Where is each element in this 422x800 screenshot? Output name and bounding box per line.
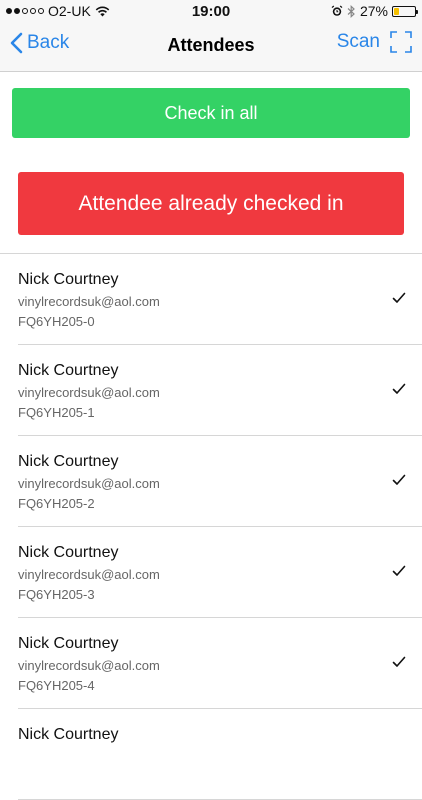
- checkmark-icon: [392, 383, 406, 394]
- scan-label: Scan: [336, 31, 380, 52]
- ticket-code: FQ6YH205-3: [18, 587, 95, 602]
- wifi-icon: [95, 6, 110, 16]
- status-left: O2-UK: [6, 3, 110, 19]
- checkmark-icon: [392, 565, 406, 576]
- attendee-name: Nick Courtney: [18, 635, 119, 652]
- status-bar: O2-UK 19:00 27%: [0, 0, 422, 22]
- checkmark-icon: [392, 292, 406, 303]
- signal-strength-icon: [6, 8, 44, 14]
- ticket-code: FQ6YH205-1: [18, 405, 95, 420]
- battery-percent: 27%: [359, 3, 388, 19]
- checkmark-icon: [392, 656, 406, 667]
- alarm-icon: [331, 5, 343, 16]
- back-label: Back: [27, 32, 70, 53]
- attendee-row[interactable]: Nick Courtney vinylrecordsuk@aol.com FQ6YH…: [18, 527, 422, 618]
- scan-frame-icon: [390, 31, 412, 53]
- attendee-name: Nick Courtney: [18, 726, 119, 743]
- navigation-bar: Back Attendees Scan: [0, 22, 422, 72]
- carrier-label: O2-UK: [48, 3, 91, 19]
- already-checked-in-alert: Attendee already checked in: [18, 172, 404, 235]
- page-title: Attendees: [167, 35, 255, 55]
- ticket-code: FQ6YH205-0: [18, 314, 95, 329]
- back-button[interactable]: Back: [10, 32, 69, 54]
- attendee-name: Nick Courtney: [18, 362, 119, 379]
- attendee-name: Nick Courtney: [18, 271, 119, 288]
- attendee-row[interactable]: Nick Courtney vinylrecordsuk@aol.com FQ6YH…: [18, 254, 422, 345]
- attendee-email: vinylrecordsuk@aol.com: [18, 658, 160, 673]
- attendee-email: vinylrecordsuk@aol.com: [18, 567, 160, 582]
- attendee-email: vinylrecordsuk@aol.com: [18, 476, 160, 491]
- attendee-row[interactable]: Nick Courtney vinylrecordsuk@aol.com FQ6YH…: [18, 436, 422, 527]
- battery-level: [394, 7, 400, 15]
- attendee-row[interactable]: Nick Courtney vinylrecordsuk@aol.com FQ6YH…: [18, 618, 422, 709]
- bluetooth-icon: [347, 4, 355, 18]
- clock: 19:00: [191, 2, 231, 20]
- status-right: 27%: [331, 3, 418, 19]
- attendee-row[interactable]: Nick Courtney: [18, 709, 422, 800]
- chevron-left-icon: [10, 32, 23, 54]
- check-in-all-button[interactable]: Check in all: [12, 88, 410, 138]
- checkmark-icon: [392, 474, 406, 485]
- attendee-name: Nick Courtney: [18, 544, 119, 561]
- attendee-list: Nick Courtney vinylrecordsuk@aol.com FQ6YH…: [0, 253, 422, 800]
- battery-icon: [392, 5, 418, 17]
- attendee-email: vinylrecordsuk@aol.com: [18, 294, 160, 309]
- attendee-row[interactable]: Nick Courtney vinylrecordsuk@aol.com FQ6YH…: [18, 345, 422, 436]
- scan-button[interactable]: Scan: [337, 31, 412, 53]
- ticket-code: FQ6YH205-4: [18, 678, 95, 693]
- ticket-code: FQ6YH205-2: [18, 496, 95, 511]
- attendee-name: Nick Courtney: [18, 453, 119, 470]
- attendee-email: vinylrecordsuk@aol.com: [18, 385, 160, 400]
